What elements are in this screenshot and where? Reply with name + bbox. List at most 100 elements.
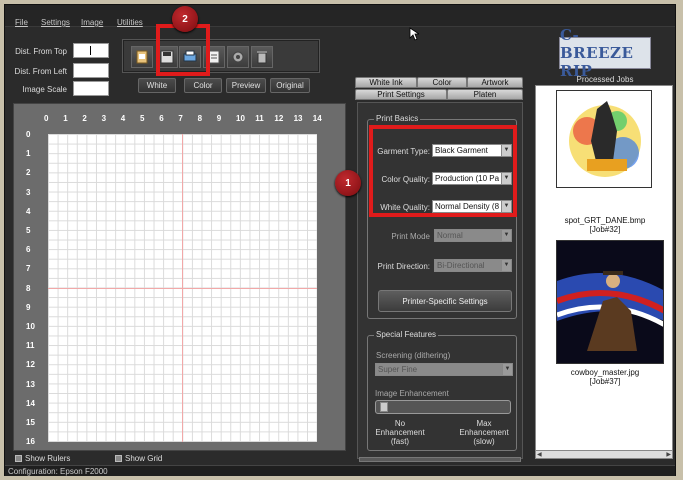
logo-text: C-BREEZE RIP <box>560 26 634 80</box>
slider-thumb[interactable] <box>380 402 388 412</box>
dist-top-label: Dist. From Top <box>15 47 67 56</box>
toolbar <box>122 39 320 73</box>
ruler-tick-label: 12 <box>274 114 284 123</box>
c-breeze-logo: C-BREEZE RIP <box>559 26 651 80</box>
menu-image[interactable]: Image <box>81 18 103 27</box>
ruler-tick-label: 7 <box>178 114 183 123</box>
ruler-tick-label: 11 <box>26 341 35 351</box>
show-rulers-toggle[interactable]: Show Rulers <box>15 454 70 463</box>
processed-jobs-list: spot_GRT_DANE.bmp [Job#32] cowboy_master… <box>535 85 673 459</box>
app-window: File Settings Image Utilities Dist. From… <box>4 4 676 476</box>
ruler-tick-label: 2 <box>82 114 87 123</box>
tab-artwork[interactable]: Artwork <box>467 77 523 88</box>
tab-platen[interactable]: Platen <box>447 89 523 100</box>
processed-jobs-title: Processed Jobs <box>576 75 634 84</box>
ruler-tick-label: 16 <box>26 437 35 447</box>
platen-workspace: 0 1 2 3 4 5 6 7 8 9 10 11 12 13 14 0 1 2 3 4 5 6 7 8 9 10 11 12 13 1… <box>13 103 346 451</box>
gear-icon <box>232 51 244 63</box>
white-quality-value: Normal Density (8 <box>435 202 500 211</box>
scroll-right-icon[interactable]: ▶ <box>666 451 671 458</box>
great-dane-artwork <box>569 101 641 177</box>
white-quality-select[interactable]: Normal Density (8 ▼ <box>432 200 512 213</box>
trash-icon <box>257 51 267 64</box>
dist-left-input[interactable] <box>73 63 109 78</box>
save-icon <box>160 50 174 64</box>
ruler-tick-label: 1 <box>63 114 68 123</box>
callout-badge-2: 2 <box>172 6 198 32</box>
ruler-tick-label: 9 <box>26 302 31 312</box>
horizontal-center-guide <box>48 288 317 289</box>
ruler-tick-label: 7 <box>26 264 31 274</box>
show-rulers-checkbox[interactable] <box>15 455 22 462</box>
image-enhancement-slider[interactable] <box>375 400 511 414</box>
jobs-horizontal-scrollbar[interactable]: ◀ ▶ <box>535 450 673 459</box>
print-direction-select[interactable]: Bi-Directional ▼ <box>434 259 512 272</box>
ruler-tick-label: 13 <box>293 114 303 123</box>
menu-utilities[interactable]: Utilities <box>117 18 143 27</box>
ruler-tick-label: 2 <box>26 168 31 178</box>
ruler-tick-label: 8 <box>26 283 31 293</box>
job-thumbnail-great-dane[interactable] <box>556 90 652 188</box>
color-view-button[interactable]: Color <box>184 78 222 93</box>
preferences-button[interactable] <box>227 46 249 68</box>
status-configuration: Configuration: Epson F2000 <box>8 467 108 476</box>
show-grid-checkbox[interactable] <box>115 455 122 462</box>
tab-white-ink[interactable]: White Ink <box>355 77 417 88</box>
menu-bar: File Settings Image Utilities <box>5 5 675 27</box>
text-cursor <box>90 46 91 55</box>
image-scale-input[interactable] <box>73 81 109 96</box>
ruler-tick-label: 6 <box>26 245 31 255</box>
job-name: spot_GRT_DANE.bmp <box>564 216 646 225</box>
special-features-title: Special Features <box>374 330 439 339</box>
screening-select[interactable]: Super Fine ▼ <box>375 363 513 376</box>
print-icon <box>183 50 197 62</box>
color-quality-select[interactable]: Production (10 Pa ▼ <box>432 172 512 185</box>
ruler-tick-label: 11 <box>255 114 264 123</box>
color-quality-label: Color Quality: <box>381 175 430 184</box>
tab-color[interactable]: Color <box>417 77 467 88</box>
tab-print-settings[interactable]: Print Settings <box>355 89 447 100</box>
platen-canvas[interactable] <box>48 134 317 442</box>
ruler-tick-label: 4 <box>26 206 31 216</box>
ruler-tick-label: 12 <box>26 360 35 370</box>
dist-top-input[interactable] <box>73 43 109 58</box>
show-rulers-label: Show Rulers <box>25 454 71 463</box>
screening-label: Screening (dithering) <box>376 351 451 360</box>
chevron-down-icon: ▼ <box>501 173 511 184</box>
show-grid-toggle[interactable]: Show Grid <box>115 454 162 463</box>
garment-type-label: Garment Type: <box>377 147 430 156</box>
ruler-tick-label: 0 <box>26 130 31 139</box>
garment-type-select[interactable]: Black Garment ▼ <box>432 144 512 157</box>
preview-button[interactable]: Preview <box>226 78 266 93</box>
open-file-button[interactable] <box>131 46 153 68</box>
dist-left-label: Dist. From Left <box>14 67 67 76</box>
scroll-left-icon[interactable]: ◀ <box>537 451 542 458</box>
printer-specific-settings-button[interactable]: Printer-Specific Settings <box>378 290 512 312</box>
job-thumbnail-cowboy[interactable] <box>556 240 664 364</box>
ruler-tick-label: 4 <box>120 114 126 123</box>
job-settings-button[interactable] <box>203 46 225 68</box>
ruler-tick-label: 14 <box>26 398 35 408</box>
status-bar: Configuration: Epson F2000 <box>5 465 675 476</box>
chevron-down-icon: ▼ <box>501 145 511 156</box>
menu-file[interactable]: File <box>15 18 28 27</box>
white-view-button[interactable]: White <box>138 78 176 93</box>
left-ruler: 0 1 2 3 4 5 6 7 8 9 10 11 12 13 14 15 16 <box>16 130 36 450</box>
ruler-tick-label: 9 <box>216 114 222 123</box>
image-enhancement-label: Image Enhancement <box>375 389 449 398</box>
print-button[interactable] <box>179 46 201 68</box>
print-mode-select[interactable]: Normal ▼ <box>434 229 512 242</box>
print-mode-label: Print Mode <box>391 232 430 241</box>
original-button[interactable]: Original <box>270 78 310 93</box>
save-button[interactable] <box>156 46 178 68</box>
white-quality-label: White Quality: <box>380 203 430 212</box>
chevron-down-icon: ▼ <box>502 364 512 375</box>
ruler-tick-label: 15 <box>26 418 35 427</box>
ruler-tick-label: 14 <box>312 114 322 123</box>
delete-button[interactable] <box>251 46 273 68</box>
panel-resize-strip[interactable] <box>359 457 521 462</box>
no-enhancement-label: No Enhancement (fast) <box>375 419 425 446</box>
menu-settings[interactable]: Settings <box>41 18 70 27</box>
print-direction-value: Bi-Directional <box>437 261 485 270</box>
ruler-tick-label: 3 <box>26 187 31 197</box>
